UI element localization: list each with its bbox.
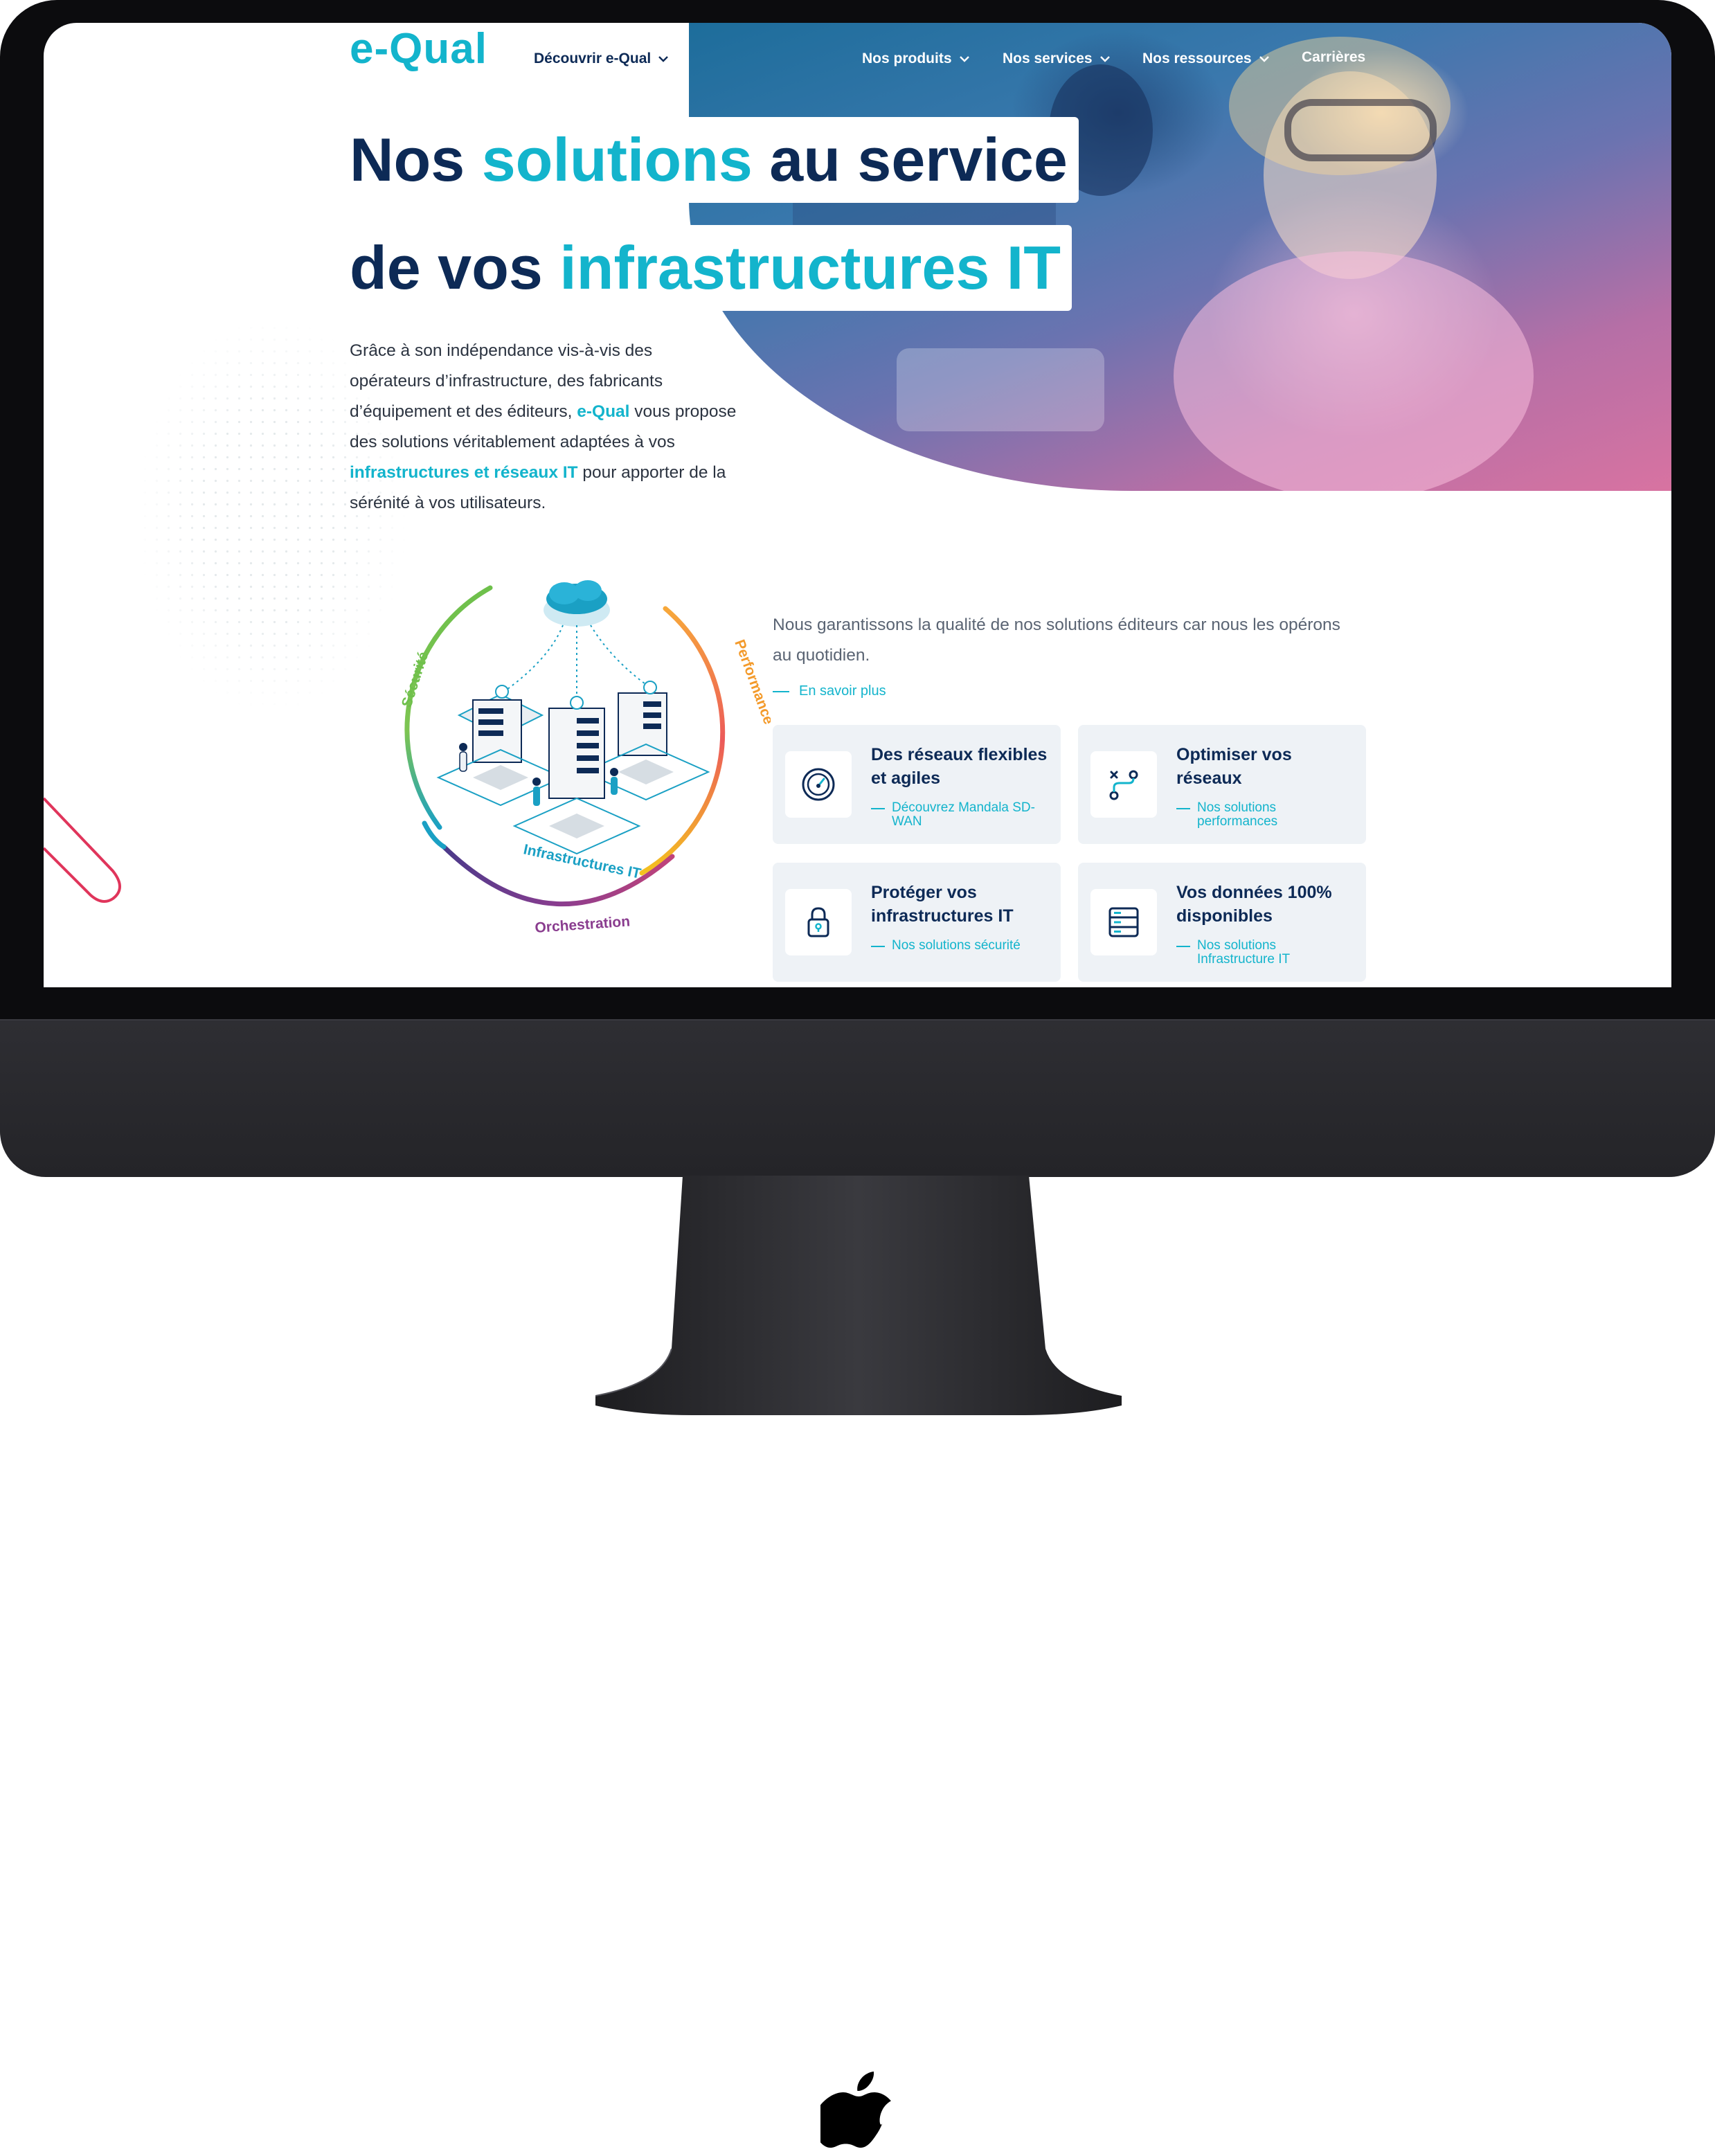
label-security: Sécurité: [399, 650, 431, 710]
decorative-pink-stroke: [44, 797, 121, 903]
route-icon: [1109, 770, 1138, 800]
browser-viewport: e-Qual Découvrir e-Qual Nos produits Nos…: [44, 23, 1671, 987]
hero-title-text: au service: [752, 125, 1068, 194]
nav-products[interactable]: Nos produits: [862, 51, 970, 67]
card-title: Protéger vos infrastructures IT: [871, 883, 1014, 926]
label-infrastructures: Infrastructures IT: [522, 841, 643, 881]
link-dash: [871, 808, 885, 809]
learn-more-link[interactable]: En savoir plus: [773, 683, 886, 699]
card-link-label: Découvrez Mandala SD-WAN: [892, 800, 1035, 829]
link-dash: [871, 946, 885, 947]
nav-careers-label: Carrières: [1302, 49, 1366, 65]
card-link-label: Nos solutions Infrastructure IT: [1197, 938, 1291, 967]
learn-more-label: En savoir plus: [799, 683, 886, 699]
nav-discover[interactable]: Découvrir e-Qual: [534, 51, 669, 67]
label-orchestration: Orchestration: [535, 913, 631, 936]
hero-title-highlight: solutions: [481, 125, 753, 194]
nav-resources-label: Nos ressources: [1142, 51, 1252, 66]
card-optimize-networks[interactable]: Optimiser vos réseaux Nos solutions perf…: [1078, 725, 1366, 844]
card-link-label: Nos solutions performances: [1197, 800, 1278, 829]
card-protect-infrastructure[interactable]: Protéger vos infrastructures IT Nos solu…: [773, 863, 1061, 982]
link-dash: [1176, 946, 1190, 947]
nav-discover-label: Découvrir e-Qual: [534, 51, 652, 66]
card-link[interactable]: Découvrez Mandala SD-WAN: [871, 801, 1051, 829]
card-title: Vos données 100% disponibles: [1176, 883, 1332, 926]
lock-icon: [807, 907, 829, 937]
link-dash: [773, 690, 789, 692]
intro-brand: e-Qual: [577, 402, 630, 421]
chevron-down-icon: [658, 56, 669, 62]
card-icon-box: [785, 751, 852, 818]
card-icon-box: [1090, 889, 1157, 955]
server-icon: [1108, 907, 1139, 937]
hero-title-text: Nos: [350, 125, 482, 194]
card-icon-box: [785, 889, 852, 955]
infrastructure-diagram: Sécurité Performance Infrastructures IT …: [399, 580, 771, 936]
card-link-label: Nos solutions sécurité: [892, 938, 1021, 953]
hero-title-text: de vos: [350, 233, 560, 302]
speedometer-icon: [802, 768, 835, 801]
card-title: Optimiser vos réseaux: [1176, 745, 1292, 788]
apple-logo-icon: [820, 2072, 891, 2148]
intro-highlight: infrastructures et réseaux IT: [350, 463, 578, 482]
hero-title-highlight: infrastructures IT: [559, 233, 1061, 302]
hero-title-line-2: de vos infrastructures IT: [350, 225, 1072, 311]
chevron-down-icon: [1099, 56, 1110, 62]
hero-title-line-1: Nos solutions au service: [350, 117, 1079, 203]
intro-paragraph: Grâce à son indépendance vis-à-vis des o…: [350, 336, 737, 519]
chevron-down-icon: [959, 56, 969, 62]
label-performance: Performance: [731, 638, 771, 727]
card-link[interactable]: Nos solutions sécurité: [871, 939, 1051, 953]
server-left: [436, 693, 565, 807]
card-icon-box: [1090, 751, 1157, 818]
card-link[interactable]: Nos solutions Infrastructure IT: [1176, 939, 1356, 967]
card-data-availability[interactable]: Vos données 100% disponibles Nos solutio…: [1078, 863, 1366, 982]
chevron-down-icon: [1259, 56, 1269, 62]
monitor-stand: [595, 1176, 1122, 1415]
brand-logo[interactable]: e-Qual: [350, 24, 487, 73]
nav-services-label: Nos services: [1003, 51, 1093, 66]
nav-resources[interactable]: Nos ressources: [1142, 51, 1270, 67]
card-title: Des réseaux flexibles et agiles: [871, 745, 1048, 788]
monitor-chin: [0, 1019, 1715, 2148]
guarantee-text: Nous garantissons la qualité de nos solu…: [773, 616, 1340, 665]
card-link[interactable]: Nos solutions performances: [1176, 801, 1356, 829]
nav-products-label: Nos produits: [862, 51, 952, 66]
nav-services[interactable]: Nos services: [1003, 51, 1111, 67]
nav-careers[interactable]: Carrières: [1302, 49, 1365, 66]
link-dash: [1176, 808, 1190, 809]
card-flexible-networks[interactable]: Des réseaux flexibles et agiles Découvre…: [773, 725, 1061, 844]
